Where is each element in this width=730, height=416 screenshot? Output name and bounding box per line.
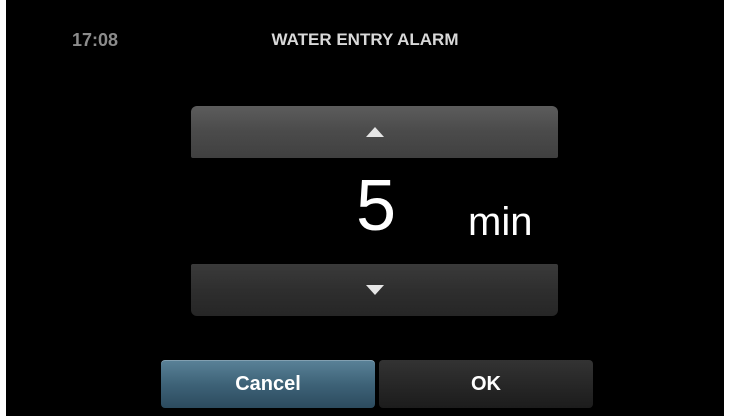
- decrease-button[interactable]: [191, 264, 558, 316]
- alarm-unit: min: [468, 200, 533, 244]
- cancel-button[interactable]: Cancel: [161, 360, 375, 408]
- arrow-up-icon: [365, 127, 384, 137]
- ok-button-label: OK: [471, 372, 501, 395]
- arrow-down-icon: [365, 285, 384, 295]
- alarm-value: 5: [355, 166, 397, 246]
- screen-title: WATER ENTRY ALARM: [271, 30, 459, 49]
- ok-button[interactable]: OK: [379, 360, 593, 408]
- cancel-button-label: Cancel: [235, 372, 301, 395]
- alarm-settings-screen: 17:08 WATER ENTRY ALARM 5 min Cancel OK: [6, 0, 724, 416]
- increase-button[interactable]: [191, 106, 558, 158]
